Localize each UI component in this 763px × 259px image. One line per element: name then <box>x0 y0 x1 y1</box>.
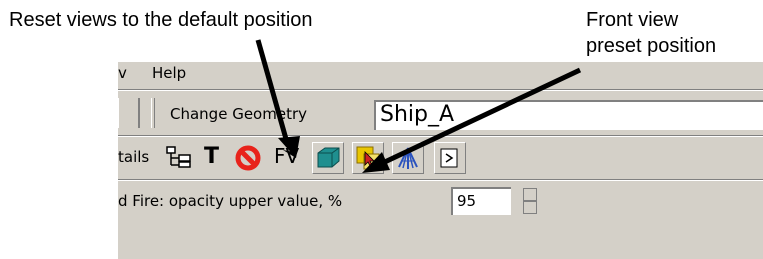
reset-arrow <box>255 39 291 147</box>
front-view-arrowhead <box>362 152 390 173</box>
reset-arrowhead-tip <box>278 136 300 158</box>
front-view-arrow <box>370 67 582 171</box>
annotation-arrows <box>255 39 582 173</box>
